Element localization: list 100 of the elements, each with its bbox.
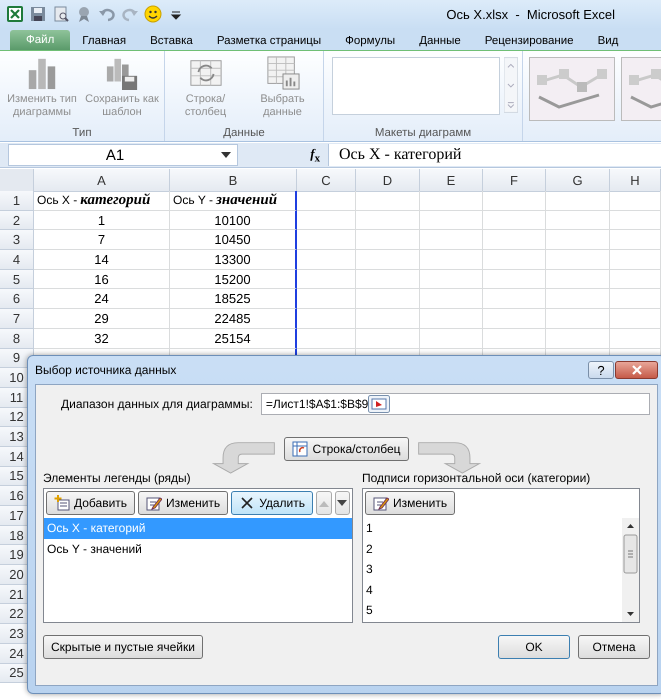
list-item[interactable]: Ось Y - значений (44, 538, 352, 559)
gallery-scroll-icon (504, 57, 518, 113)
table-cell (297, 230, 356, 250)
table-cell (483, 230, 546, 250)
table-cell (356, 230, 420, 250)
table-cell (546, 270, 610, 290)
list-item[interactable]: 2 (363, 538, 622, 559)
list-item[interactable]: 4 (363, 580, 622, 600)
row-header[interactable]: 7 (0, 309, 34, 329)
table-cell (546, 191, 610, 211)
row-header[interactable]: 2 (0, 210, 34, 230)
table-cell (297, 210, 356, 230)
list-item[interactable]: 3 (363, 559, 622, 580)
row-header[interactable]: 8 (0, 328, 34, 348)
column-header[interactable]: D (356, 169, 420, 192)
smiley-icon[interactable] (144, 5, 162, 23)
ribbon-tab[interactable]: Вид (586, 32, 630, 50)
table-cell: 1 (34, 210, 170, 230)
pane-label: Подписи горизонтальной оси (категории) (362, 471, 592, 485)
row-header[interactable]: 4 (0, 250, 34, 270)
toolbar-button[interactable]: Добавить (46, 491, 136, 515)
ribbon-tab[interactable]: Разметка страницы (204, 32, 334, 50)
column-header[interactable]: A (34, 169, 170, 192)
table-cell (610, 210, 661, 230)
row-header[interactable]: 5 (0, 270, 34, 290)
table-cell (546, 230, 610, 250)
column-header[interactable]: B (170, 169, 297, 192)
table-cell (356, 250, 420, 270)
move-down-button[interactable] (334, 491, 350, 515)
name-box[interactable]: A1 (8, 144, 238, 166)
excel-logo-icon[interactable] (6, 5, 24, 23)
list-item[interactable]: 5 (363, 600, 622, 620)
table-cell (297, 250, 356, 270)
collapse-dialog-icon[interactable] (368, 395, 390, 413)
help-button[interactable]: ? (588, 361, 614, 379)
row-header[interactable]: 3 (0, 230, 34, 250)
group-label: Макеты диаграмм (374, 126, 472, 141)
insert-function-button[interactable]: f$_{x}$ (310, 146, 320, 164)
table-cell (483, 309, 546, 329)
table-cell: 18525 (170, 289, 297, 310)
table-cell: 22485 (170, 309, 297, 329)
table-cell (610, 191, 661, 211)
column-header[interactable]: F (483, 169, 546, 192)
column-header[interactable]: C (297, 169, 356, 192)
table-cell (297, 289, 356, 310)
table-cell: 15200 (170, 270, 297, 290)
table-cell (483, 270, 546, 290)
range-field[interactable]: =Лист1!$A$1:$B$9 (260, 393, 650, 415)
delete-x-icon (239, 495, 256, 511)
edit-pencil-icon (373, 495, 389, 511)
ok-button[interactable]: OK (498, 635, 570, 659)
group-label: Данные (222, 126, 266, 141)
table-cell: 32 (34, 328, 170, 348)
switch-row-column-button[interactable]: Строка/столбец (284, 437, 409, 461)
table-cell (610, 289, 661, 310)
ribbon-tab[interactable]: Формулы (333, 32, 408, 50)
down-arrow-icon (336, 499, 348, 507)
ribbon-tab[interactable]: Главная (70, 32, 138, 50)
cancel-button[interactable]: Отмена (578, 635, 650, 659)
table-swap-icon (292, 441, 308, 457)
row-header[interactable]: 6 (0, 289, 34, 310)
toolbar-button[interactable]: Удалить (231, 491, 314, 515)
ribbon-tab[interactable]: Вставка (138, 32, 205, 50)
save-icon[interactable] (29, 5, 47, 23)
range-label: Диапазон данных для диаграммы: (61, 397, 253, 411)
table-cell: 14 (34, 250, 170, 270)
table-cell: 29 (34, 309, 170, 329)
formula-field[interactable]: Ось X - категорий (328, 144, 661, 166)
table-cell: 10450 (170, 230, 297, 250)
print-preview-icon[interactable] (52, 5, 70, 23)
column-header[interactable]: E (420, 169, 483, 192)
scrollbar[interactable] (622, 518, 639, 622)
row-header[interactable]: 1 (0, 191, 34, 211)
up-arrow-icon (318, 499, 330, 507)
table-cell (420, 191, 483, 211)
close-button[interactable] (615, 361, 658, 379)
table-cell (420, 309, 483, 329)
list-item[interactable]: 1 (363, 518, 622, 538)
edit-pencil-icon (146, 495, 162, 511)
table-cell (610, 250, 661, 270)
table-cell (356, 309, 420, 329)
dropdown-caret-icon[interactable] (221, 152, 231, 158)
ribbon-tab[interactable]: Данные (407, 32, 473, 50)
column-header[interactable]: H (610, 169, 661, 192)
toolbar-button[interactable]: Изменить (365, 491, 456, 515)
ribbon-tab[interactable]: Рецензирование (472, 32, 586, 50)
table-cell (420, 270, 483, 290)
hidden-empty-cells-button[interactable]: Скрытые и пустые ячейки (43, 635, 203, 659)
table-cell (546, 289, 610, 310)
close-icon (632, 365, 642, 375)
table-cell (297, 270, 356, 290)
table-cell: 10100 (170, 210, 297, 230)
table-cell (546, 250, 610, 270)
table-cell: 16 (34, 270, 170, 290)
table-cell (420, 289, 483, 310)
table-cell (546, 210, 610, 230)
table-cell (356, 270, 420, 290)
toolbar-button[interactable]: Изменить (138, 491, 228, 515)
column-header[interactable]: G (546, 169, 610, 192)
table-cell (546, 309, 610, 329)
